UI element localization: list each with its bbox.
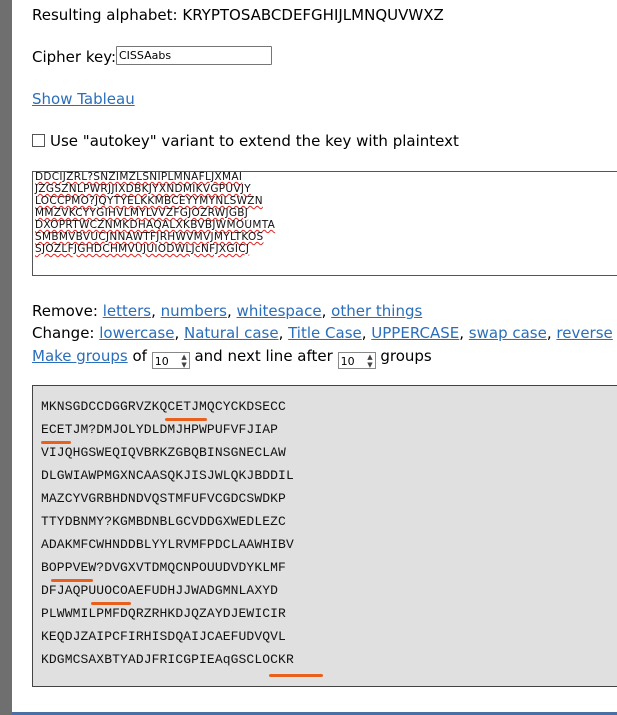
- autokey-checkbox[interactable]: [32, 134, 45, 147]
- output-line: ECETJM?DMJOLYDLDMJHPWPUFVFJIAP: [41, 422, 279, 437]
- groups-suffix-label: groups: [380, 347, 432, 365]
- groups-row: Make groups of 10 ▲ ▼ and next line after …: [32, 347, 432, 369]
- cipher-key-label: Cipher key:: [32, 48, 117, 66]
- change-lowercase-link[interactable]: lowercase: [99, 324, 174, 342]
- output-line: VIJQHGSWEQIQVBRKZGBQBINSGNECLAW: [41, 445, 286, 460]
- remove-other-things-link[interactable]: other things: [331, 302, 422, 320]
- remove-row: Remove: letters, numbers, whitespace, ot…: [32, 302, 423, 320]
- input-line: SJOZLFJGHDCHMVUJUIODWLJcNFJXGICJ: [35, 243, 250, 255]
- change-uppercase-link[interactable]: UPPERCASE: [371, 324, 459, 342]
- group-size-value: 10: [154, 355, 169, 368]
- output-line: TTYDBNMY?KGMBDNBLGCVDDGXWEDLEZC: [41, 514, 286, 529]
- line-groups-stepper[interactable]: 10 ▲ ▼: [337, 352, 376, 369]
- highlight-mark: [165, 418, 207, 421]
- input-line: MMZVKCYYGIHVLMYLVVZFGJOZRWJGBJ: [35, 207, 249, 219]
- make-groups-link[interactable]: Make groups: [32, 347, 128, 365]
- output-line: MAZCYVGRBHDNDVQSTMFUFVCGDCSWDKP: [41, 491, 286, 506]
- output-line: PLWWMILPMFDQRZRHKDJQZAYDJEWICIR: [41, 606, 286, 621]
- resulting-alphabet: Resulting alphabet: KRYPTOSABCDEFGHIJLMN…: [32, 6, 444, 24]
- output-area[interactable]: MKNSGDCCDGGRVZKQCETJMQCYCKDSECC ECETJM?D…: [32, 385, 617, 687]
- input-line: DDCIJZRL?SNZIMZLSNIPLMNAFLJXMAI: [35, 171, 243, 183]
- output-line: KEQDJZAIPCFIRHISDQAIJCAEFUDVQVL: [41, 629, 286, 644]
- resulting-alphabet-value: KRYPTOSABCDEFGHIJLMNQUVWXZ: [182, 6, 444, 24]
- resulting-alphabet-label: Resulting alphabet:: [32, 6, 178, 24]
- highlight-mark: [269, 674, 323, 677]
- change-reverse-link[interactable]: reverse: [556, 324, 612, 342]
- input-line: DXOPRTWCZNMKDHAQALXKBVBJWMOUMTA: [35, 219, 276, 231]
- highlight-mark: [91, 602, 131, 605]
- output-line: MKNSGDCCDGGRVZKQCETJMQCYCKDSECC: [41, 399, 286, 414]
- remove-label: Remove:: [32, 302, 98, 320]
- remove-letters-link[interactable]: letters: [103, 302, 151, 320]
- stepper-arrows-icon[interactable]: ▲ ▼: [181, 353, 186, 369]
- group-size-stepper[interactable]: 10 ▲ ▼: [151, 352, 190, 369]
- input-textarea[interactable]: DDCIJZRL?SNZIMZLSNIPLMNAFLJXMAI JZGSZNLP…: [32, 171, 617, 276]
- output-line: BOPPVEW?DVGXVTDMQCNPOUUDVDYKLMF: [41, 560, 286, 575]
- change-swap-case-link[interactable]: swap case: [469, 324, 547, 342]
- input-line: SMBMVBVUCJNNAWTFJRHWVMVJMYLTKOS: [35, 231, 264, 243]
- remove-numbers-link[interactable]: numbers: [161, 302, 227, 320]
- output-line: ADAKMFCWHNDDBLYYLRVMFPDCLAAWHIBV: [41, 537, 294, 552]
- stepper-arrows-icon[interactable]: ▲ ▼: [367, 353, 372, 369]
- autokey-label: Use "autokey" variant to extend the key …: [50, 132, 459, 150]
- change-natural-case-link[interactable]: Natural case: [184, 324, 279, 342]
- highlight-mark: [51, 579, 93, 582]
- output-line: KDGMCSAXBTYADJFRICGPIEAqGSCLOCKR: [41, 652, 294, 667]
- change-title-case-link[interactable]: Title Case: [288, 324, 362, 342]
- input-line: LOCCPMO?JQYTYELKKMBCEYYMYNLSWZN: [35, 195, 263, 207]
- cipher-key-input[interactable]: CISSAabs: [116, 46, 272, 65]
- cipher-key-row: Cipher key: CISSAabs: [32, 46, 332, 68]
- output-line: DLGWIAWPMGXNCAASQKJISJWLQKJBDDIL: [41, 468, 294, 483]
- show-tableau-link[interactable]: Show Tableau: [32, 90, 135, 108]
- change-label: Change:: [32, 324, 95, 342]
- groups-of-label: of: [132, 347, 147, 365]
- remove-whitespace-link[interactable]: whitespace: [237, 302, 322, 320]
- output-line: DFJAQPUUOCOAEFUDHJJWADGMNLAXYD: [41, 583, 279, 598]
- next-line-label: and next line after: [194, 347, 333, 365]
- line-groups-value: 10: [340, 355, 355, 368]
- highlight-mark: [41, 441, 71, 444]
- change-row: Change: lowercase, Natural case, Title C…: [32, 324, 613, 342]
- input-line: JZGSZNLPWRJJIXDBKJYXNDMIKVGPUVJY: [35, 183, 251, 195]
- window-left-edge: [0, 0, 12, 715]
- autokey-option[interactable]: Use "autokey" variant to extend the key …: [32, 132, 459, 150]
